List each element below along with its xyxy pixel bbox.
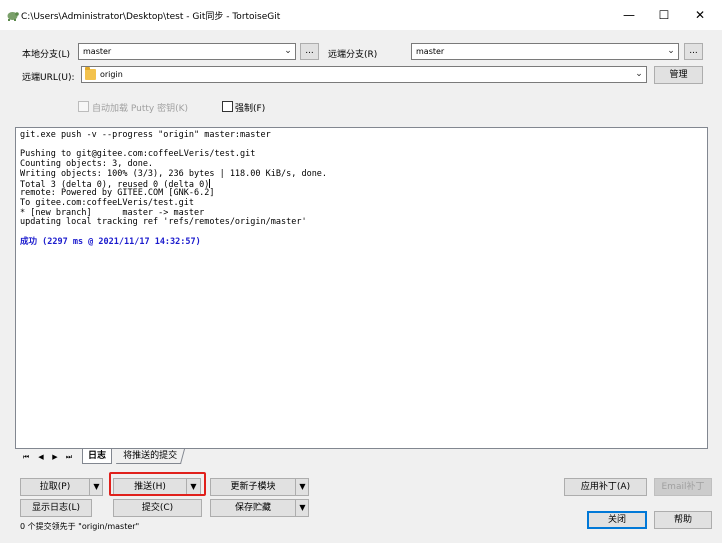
log-tab-bar: ⏮ ◀ ▶ ⏭ 日志 将推送的提交 bbox=[15, 449, 708, 465]
text-cursor bbox=[209, 179, 211, 189]
email-patch-button[interactable]: Email补丁 bbox=[654, 478, 712, 496]
update-submodules-label: 更新子模块 bbox=[230, 482, 276, 492]
pull-button[interactable]: 拉取(P) ▼ bbox=[20, 478, 103, 496]
local-branch-browse-button[interactable]: ... bbox=[300, 43, 319, 60]
remote-branch-select[interactable]: master ⌄ bbox=[411, 43, 679, 60]
tab-log[interactable]: 日志 bbox=[82, 449, 113, 464]
pull-button-label: 拉取(P) bbox=[39, 482, 71, 492]
chevron-down-icon: ⌄ bbox=[667, 46, 675, 56]
remote-url-label: 远端URL(U): bbox=[22, 73, 75, 83]
log-line: git.exe push -v --progress "origin" mast… bbox=[20, 130, 271, 140]
title-bar: C:\Users\Administrator\Desktop\test - Gi… bbox=[0, 0, 722, 30]
folder-icon bbox=[85, 67, 96, 80]
close-icon[interactable]: ✕ bbox=[677, 0, 722, 30]
next-tab-icon[interactable]: ▶ bbox=[50, 452, 60, 462]
chevron-down-icon: ⌄ bbox=[284, 46, 292, 56]
stash-button-label: 保存贮藏 bbox=[234, 503, 271, 513]
remote-branch-label: 远端分支(R) bbox=[328, 50, 378, 60]
chevron-down-icon: ⌄ bbox=[635, 69, 643, 79]
log-line: Writing objects: 100% (3/3), 236 bytes |… bbox=[20, 168, 328, 179]
autoload-putty-label: 自动加载 Putty 密钥(K) bbox=[92, 104, 189, 114]
local-branch-label: 本地分支(L) bbox=[22, 50, 71, 60]
stash-button[interactable]: 保存贮藏 ▼ bbox=[210, 499, 309, 517]
dropdown-arrow-icon[interactable]: ▼ bbox=[295, 500, 309, 516]
force-label: 强制(F) bbox=[235, 104, 266, 114]
remote-url-value: origin bbox=[100, 70, 123, 79]
local-branch-value: master bbox=[83, 47, 112, 56]
push-highlight-box bbox=[109, 472, 206, 496]
remote-url-select[interactable]: origin ⌄ bbox=[81, 66, 647, 83]
window-title: C:\Users\Administrator\Desktop\test - Gi… bbox=[21, 12, 281, 22]
force-checkbox[interactable] bbox=[222, 101, 233, 112]
tortoisegit-icon bbox=[7, 12, 19, 21]
status-text: 0 个提交领先于 "origin/master" bbox=[20, 522, 140, 531]
dropdown-arrow-icon[interactable]: ▼ bbox=[295, 479, 309, 495]
success-message: 成功 (2297 ms @ 2021/11/17 14:32:57) bbox=[20, 236, 201, 247]
remote-branch-browse-button[interactable]: ... bbox=[684, 43, 703, 60]
first-tab-icon[interactable]: ⏮ bbox=[21, 452, 31, 462]
apply-patch-button[interactable]: 应用补丁(A) bbox=[564, 478, 647, 496]
local-branch-select[interactable]: master ⌄ bbox=[78, 43, 296, 60]
manage-remotes-button[interactable]: 管理 bbox=[654, 66, 703, 84]
help-button[interactable]: 帮助 bbox=[654, 511, 712, 529]
last-tab-icon[interactable]: ⏭ bbox=[64, 452, 74, 462]
log-line: updating local tracking ref 'refs/remote… bbox=[20, 217, 307, 228]
log-output[interactable]: git.exe push -v --progress "origin" mast… bbox=[15, 127, 708, 449]
tab-unpushed-commits[interactable]: 将推送的提交 bbox=[115, 449, 186, 464]
autoload-putty-checkbox[interactable] bbox=[78, 101, 89, 112]
commit-button[interactable]: 提交(C) bbox=[113, 499, 202, 517]
remote-branch-value: master bbox=[416, 47, 445, 56]
close-button[interactable]: 关闭 bbox=[587, 511, 647, 529]
dropdown-arrow-icon[interactable]: ▼ bbox=[89, 479, 103, 495]
tab-unpushed-commits-label: 将推送的提交 bbox=[123, 451, 178, 461]
show-log-button[interactable]: 显示日志(L) bbox=[20, 499, 92, 517]
update-submodules-button[interactable]: 更新子模块 ▼ bbox=[210, 478, 309, 496]
prev-tab-icon[interactable]: ◀ bbox=[36, 452, 46, 462]
